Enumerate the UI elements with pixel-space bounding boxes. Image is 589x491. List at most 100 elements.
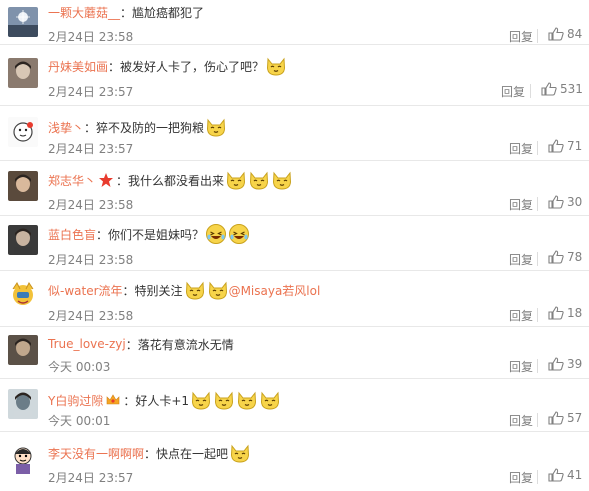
username-link[interactable]: Y白驹过隙 bbox=[48, 392, 103, 409]
comment-item: 浅挚丶：猝不及防的一把狗粮 2月24日 23:57 回复 71 bbox=[0, 105, 589, 161]
comment-timestamp: 2月24日 23:58 bbox=[48, 253, 134, 267]
reply-button[interactable]: 回复 bbox=[509, 412, 533, 429]
doge-emoji-icon bbox=[207, 279, 229, 301]
star-badge-icon[interactable] bbox=[98, 172, 114, 188]
action-divider bbox=[537, 359, 538, 373]
like-count: 18 bbox=[567, 306, 583, 320]
comment-timestamp: 2月24日 23:57 bbox=[48, 142, 134, 156]
comment-text: 落花有意流水无情 bbox=[137, 337, 234, 352]
like-button[interactable]: 78 bbox=[548, 250, 582, 264]
user-avatar[interactable] bbox=[8, 225, 38, 255]
crown-badge-icon[interactable] bbox=[105, 392, 121, 408]
user-avatar[interactable] bbox=[8, 335, 38, 365]
comment-item: 李天没有一啊啊啊：快点在一起吧 2月24日 23:57 回复 41 bbox=[0, 431, 589, 491]
username-link[interactable]: 郑志华丶 bbox=[48, 172, 96, 189]
comment-timestamp: 今天 00:03 bbox=[48, 360, 111, 374]
thumbs-up-icon bbox=[548, 468, 567, 482]
username-link[interactable]: 一颗大蘑菇__ bbox=[48, 4, 120, 21]
thumbs-up-icon bbox=[548, 250, 567, 264]
comment-text: 尴尬癌都犯了 bbox=[132, 5, 205, 20]
comment-content: 蓝白色盲：你们不是姐妹吗？ bbox=[48, 223, 250, 245]
reply-button[interactable]: 回复 bbox=[509, 28, 533, 45]
comment-item: True_love-zyj：落花有意流水无情今天 00:03 回复 39 bbox=[0, 326, 589, 379]
username-link[interactable]: 似-water流年 bbox=[48, 282, 123, 299]
reply-button[interactable]: 回复 bbox=[509, 358, 533, 375]
comment-text: 好人卡+1 bbox=[135, 393, 190, 408]
reply-button[interactable]: 回复 bbox=[501, 83, 525, 100]
user-avatar[interactable] bbox=[8, 7, 38, 37]
username-link[interactable]: 蓝白色盲 bbox=[48, 226, 96, 243]
reply-button[interactable]: 回复 bbox=[509, 307, 533, 324]
thumbs-up-icon bbox=[548, 139, 567, 153]
username-link[interactable]: 丹妹美如画 bbox=[48, 58, 108, 75]
doge-emoji-icon bbox=[259, 389, 281, 411]
comment-content: 浅挚丶：猝不及防的一把狗粮 bbox=[48, 116, 227, 138]
doge-emoji-icon bbox=[184, 279, 206, 301]
reply-button[interactable]: 回复 bbox=[509, 196, 533, 213]
colon-separator: ： bbox=[120, 5, 133, 20]
thumbs-up-icon bbox=[548, 27, 567, 41]
like-button[interactable]: 57 bbox=[548, 411, 582, 425]
like-count: 41 bbox=[567, 468, 583, 482]
comment-item: 丹妹美如画：被发好人卡了，伤心了吧？ 2月24日 23:57 回复 531 bbox=[0, 44, 589, 106]
comment-text: 你们不是姐妹吗？ bbox=[108, 227, 205, 242]
like-button[interactable]: 18 bbox=[548, 306, 582, 320]
comment-list: 一颗大蘑菇__：尴尬癌都犯了 2月24日 23:58 回复 84 丹妹美如画：被发好人卡… bbox=[0, 0, 589, 491]
user-avatar[interactable] bbox=[8, 171, 38, 201]
like-button[interactable]: 39 bbox=[548, 357, 582, 371]
action-divider bbox=[537, 252, 538, 266]
comment-timestamp: 2月24日 23:57 bbox=[48, 471, 134, 485]
colon-separator: ： bbox=[144, 446, 157, 461]
reply-button[interactable]: 回复 bbox=[509, 251, 533, 268]
doge-emoji-icon bbox=[236, 389, 258, 411]
thumbs-up-icon bbox=[541, 82, 560, 96]
comment-text: 快点在一起吧 bbox=[156, 446, 229, 461]
comment-content: Y白驹过隙 ：好人卡+1 bbox=[48, 389, 281, 411]
doge-emoji-icon bbox=[265, 55, 287, 77]
like-button[interactable]: 531 bbox=[541, 82, 583, 96]
colon-separator: ： bbox=[116, 173, 129, 188]
colon-separator: ： bbox=[108, 59, 121, 74]
comment-timestamp: 2月24日 23:57 bbox=[48, 85, 134, 99]
comment-item: 蓝白色盲：你们不是姐妹吗？ 2月24日 23:58 回复 78 bbox=[0, 215, 589, 271]
like-count: 78 bbox=[567, 250, 583, 264]
like-button[interactable]: 71 bbox=[548, 139, 582, 153]
comment-item: 一颗大蘑菇__：尴尬癌都犯了 2月24日 23:58 回复 84 bbox=[0, 0, 589, 45]
user-avatar[interactable] bbox=[8, 281, 38, 311]
username-link[interactable]: 李天没有一啊啊啊 bbox=[48, 445, 144, 462]
user-avatar[interactable] bbox=[8, 58, 38, 88]
comment-timestamp: 今天 00:01 bbox=[48, 414, 111, 428]
username-link[interactable]: 浅挚丶 bbox=[48, 119, 84, 136]
like-button[interactable]: 30 bbox=[548, 195, 582, 209]
comment-text: 被发好人卡了，伤心了吧？ bbox=[120, 59, 265, 74]
like-count: 84 bbox=[567, 27, 583, 41]
comment-item: Y白驹过隙 ：好人卡+1 今天 00:01 回复 57 bbox=[0, 378, 589, 432]
thumbs-up-icon bbox=[548, 306, 567, 320]
like-button[interactable]: 41 bbox=[548, 468, 582, 482]
laugh-cry-emoji-icon bbox=[205, 223, 227, 245]
comment-content: 李天没有一啊啊啊：快点在一起吧 bbox=[48, 442, 251, 464]
colon-separator: ： bbox=[84, 120, 97, 135]
mention-link[interactable]: @Misaya若风lol bbox=[229, 282, 321, 299]
colon-separator: ： bbox=[96, 227, 109, 242]
comment-timestamp: 2月24日 23:58 bbox=[48, 198, 134, 212]
username-link[interactable]: True_love-zyj bbox=[48, 337, 126, 351]
doge-emoji-icon bbox=[248, 169, 270, 191]
laugh-cry-emoji-icon bbox=[228, 223, 250, 245]
like-count: 71 bbox=[567, 139, 583, 153]
action-divider bbox=[537, 141, 538, 155]
colon-separator: ： bbox=[125, 337, 138, 352]
colon-separator: ： bbox=[122, 283, 135, 298]
comment-text: 特别关注 bbox=[134, 283, 183, 298]
comment-content: 郑志华丶 ：我什么都没看出来 bbox=[48, 169, 293, 191]
like-count: 57 bbox=[567, 411, 583, 425]
like-button[interactable]: 84 bbox=[548, 27, 582, 41]
user-avatar[interactable] bbox=[8, 444, 38, 474]
user-avatar[interactable] bbox=[8, 389, 38, 419]
comment-item: 似-water流年：特别关注 @Misaya若风lol 2月24日 23:58 回复 1… bbox=[0, 270, 589, 327]
reply-button[interactable]: 回复 bbox=[509, 469, 533, 486]
comment-content: 似-water流年：特别关注 @Misaya若风lol bbox=[48, 279, 320, 301]
doge-emoji-icon bbox=[205, 116, 227, 138]
reply-button[interactable]: 回复 bbox=[509, 140, 533, 157]
user-avatar[interactable] bbox=[8, 117, 38, 147]
